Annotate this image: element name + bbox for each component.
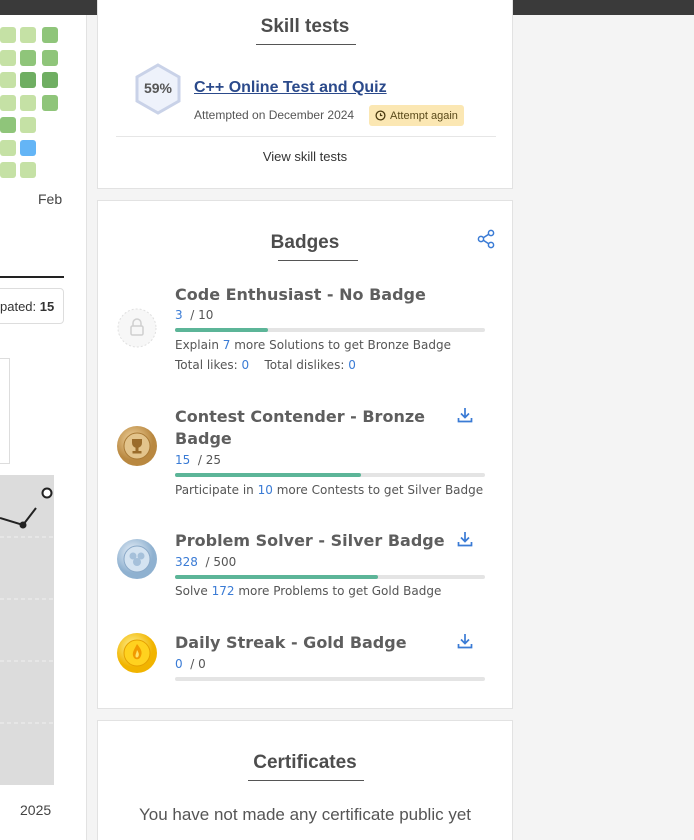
card-divider xyxy=(116,136,496,137)
heatmap-cell xyxy=(0,140,16,156)
badges-heading: Badges xyxy=(270,232,340,253)
stats-box xyxy=(0,358,10,464)
badges-card: Badges Code Enthusiast - No Badge 3 / 10… xyxy=(97,200,513,709)
note-suffix: more Contests to get Silver Badge xyxy=(276,483,484,497)
download-icon[interactable] xyxy=(456,530,474,548)
badge-current: 328 xyxy=(175,555,198,569)
heatmap-cell xyxy=(0,117,16,133)
repeated-stat: pated: 15 xyxy=(0,288,64,324)
badge-total: / 25 xyxy=(197,453,222,467)
badge-current: 15 xyxy=(175,453,191,467)
bronze-medal-icon xyxy=(117,426,157,466)
heading-underline xyxy=(278,260,358,261)
rating-point xyxy=(19,521,27,529)
attempt-again-button[interactable]: Attempt again xyxy=(369,105,464,126)
rating-chart xyxy=(0,475,54,785)
note-prefix: Explain xyxy=(175,338,219,352)
note-prefix: Solve xyxy=(175,584,208,598)
badge-current: 0 xyxy=(175,657,183,671)
badge-count: 3 / 10 xyxy=(175,308,213,322)
note-num: 10 xyxy=(257,483,273,497)
heatmap-cell xyxy=(42,50,58,66)
badge-title: Daily Streak - Gold Badge xyxy=(175,633,407,652)
dislikes-label: Total dislikes: xyxy=(264,358,345,372)
note-num: 172 xyxy=(211,584,235,598)
badge-progress-fill xyxy=(175,328,268,332)
repeated-value: 15 xyxy=(39,299,55,314)
heatmap-cell xyxy=(0,50,16,66)
badge-progress-bar xyxy=(175,677,485,681)
heatmap-cell xyxy=(0,72,16,88)
note-suffix: more Problems to get Gold Badge xyxy=(238,584,442,598)
badge-progress-fill xyxy=(175,575,379,579)
badge-progress-bar xyxy=(175,575,485,579)
badge-title-line2: Badge xyxy=(175,429,232,448)
certificates-empty-message: You have not made any certificate public… xyxy=(138,805,472,824)
badge-title-line1: Contest Contender - Bronze xyxy=(175,407,425,426)
attempt-date: Attempted on December 2024 xyxy=(194,108,355,122)
heatmap-cell xyxy=(42,95,58,111)
badge-count: 328 / 500 xyxy=(175,555,236,569)
badge-progress-bar xyxy=(175,473,485,477)
attempt-again-label: Attempt again xyxy=(390,109,458,122)
test-name-link[interactable]: C++ Online Test and Quiz xyxy=(194,79,387,97)
skill-tests-card: Skill tests 59% C++ Online Test and Quiz… xyxy=(97,0,513,189)
certificates-heading: Certificates xyxy=(253,752,357,773)
badge-title: Contest Contender - Bronze Badge xyxy=(175,406,425,450)
share-icon[interactable] xyxy=(476,229,496,249)
badge-count: 0 / 0 xyxy=(175,657,206,671)
badge-total: / 10 xyxy=(190,308,214,322)
badge-title: Problem Solver - Silver Badge xyxy=(175,531,445,550)
dislikes-value: 0 xyxy=(348,358,356,372)
badge-count: 15 / 25 xyxy=(175,453,221,467)
view-skill-tests-link[interactable]: View skill tests xyxy=(98,149,512,164)
download-icon[interactable] xyxy=(456,632,474,650)
heatmap-cell xyxy=(20,50,36,66)
badge-current: 3 xyxy=(175,308,183,322)
badge-requirement: Explain 7 more Solutions to get Bronze B… xyxy=(175,338,451,352)
heatmap-cell xyxy=(0,95,16,111)
badge-progress-fill xyxy=(175,473,361,477)
repeated-label: pated: xyxy=(0,299,37,314)
note-num: 7 xyxy=(222,338,231,352)
heatmap-cell xyxy=(20,95,36,111)
rating-point-latest xyxy=(41,487,53,499)
test-score: 59% xyxy=(143,80,173,96)
heatmap-cell xyxy=(20,162,36,178)
skill-tests-heading: Skill tests xyxy=(260,16,350,37)
note-suffix: more Solutions to get Bronze Badge xyxy=(234,338,452,352)
badge-total: / 500 xyxy=(205,555,237,569)
heatmap-cell xyxy=(42,72,58,88)
note-prefix: Participate in xyxy=(175,483,254,497)
heading-underline xyxy=(248,780,364,781)
badge-total: / 0 xyxy=(190,657,206,671)
likes-label: Total likes: xyxy=(175,358,238,372)
badge-requirement: Participate in 10 more Contests to get S… xyxy=(175,483,483,497)
certificates-card: Certificates You have not made any certi… xyxy=(97,720,513,840)
lock-icon xyxy=(117,308,157,348)
badge-likes: Total likes: 0 Total dislikes: 0 xyxy=(175,358,356,372)
badge-requirement: Solve 172 more Problems to get Gold Badg… xyxy=(175,584,441,598)
heatmap-cell xyxy=(20,117,36,133)
heatmap-cell xyxy=(20,72,36,88)
heading-underline xyxy=(256,44,356,45)
heatmap-cell xyxy=(0,162,16,178)
heatmap-cell xyxy=(20,140,36,156)
badge-progress-bar xyxy=(175,328,485,332)
gold-medal-icon xyxy=(117,633,157,673)
heatmap-month-label: Feb xyxy=(38,191,63,207)
likes-value: 0 xyxy=(241,358,250,372)
chart-year-label: 2025 xyxy=(20,802,52,818)
clock-icon xyxy=(375,110,386,121)
download-icon[interactable] xyxy=(456,406,474,424)
badge-title: Code Enthusiast - No Badge xyxy=(175,285,426,304)
heatmap-cell xyxy=(0,27,16,43)
section-divider xyxy=(0,276,64,278)
heatmap-cell xyxy=(20,27,36,43)
heatmap-cell xyxy=(42,27,58,43)
activity-panel: Feb pated: 15 2025 xyxy=(0,15,87,840)
silver-medal-icon xyxy=(117,539,157,579)
